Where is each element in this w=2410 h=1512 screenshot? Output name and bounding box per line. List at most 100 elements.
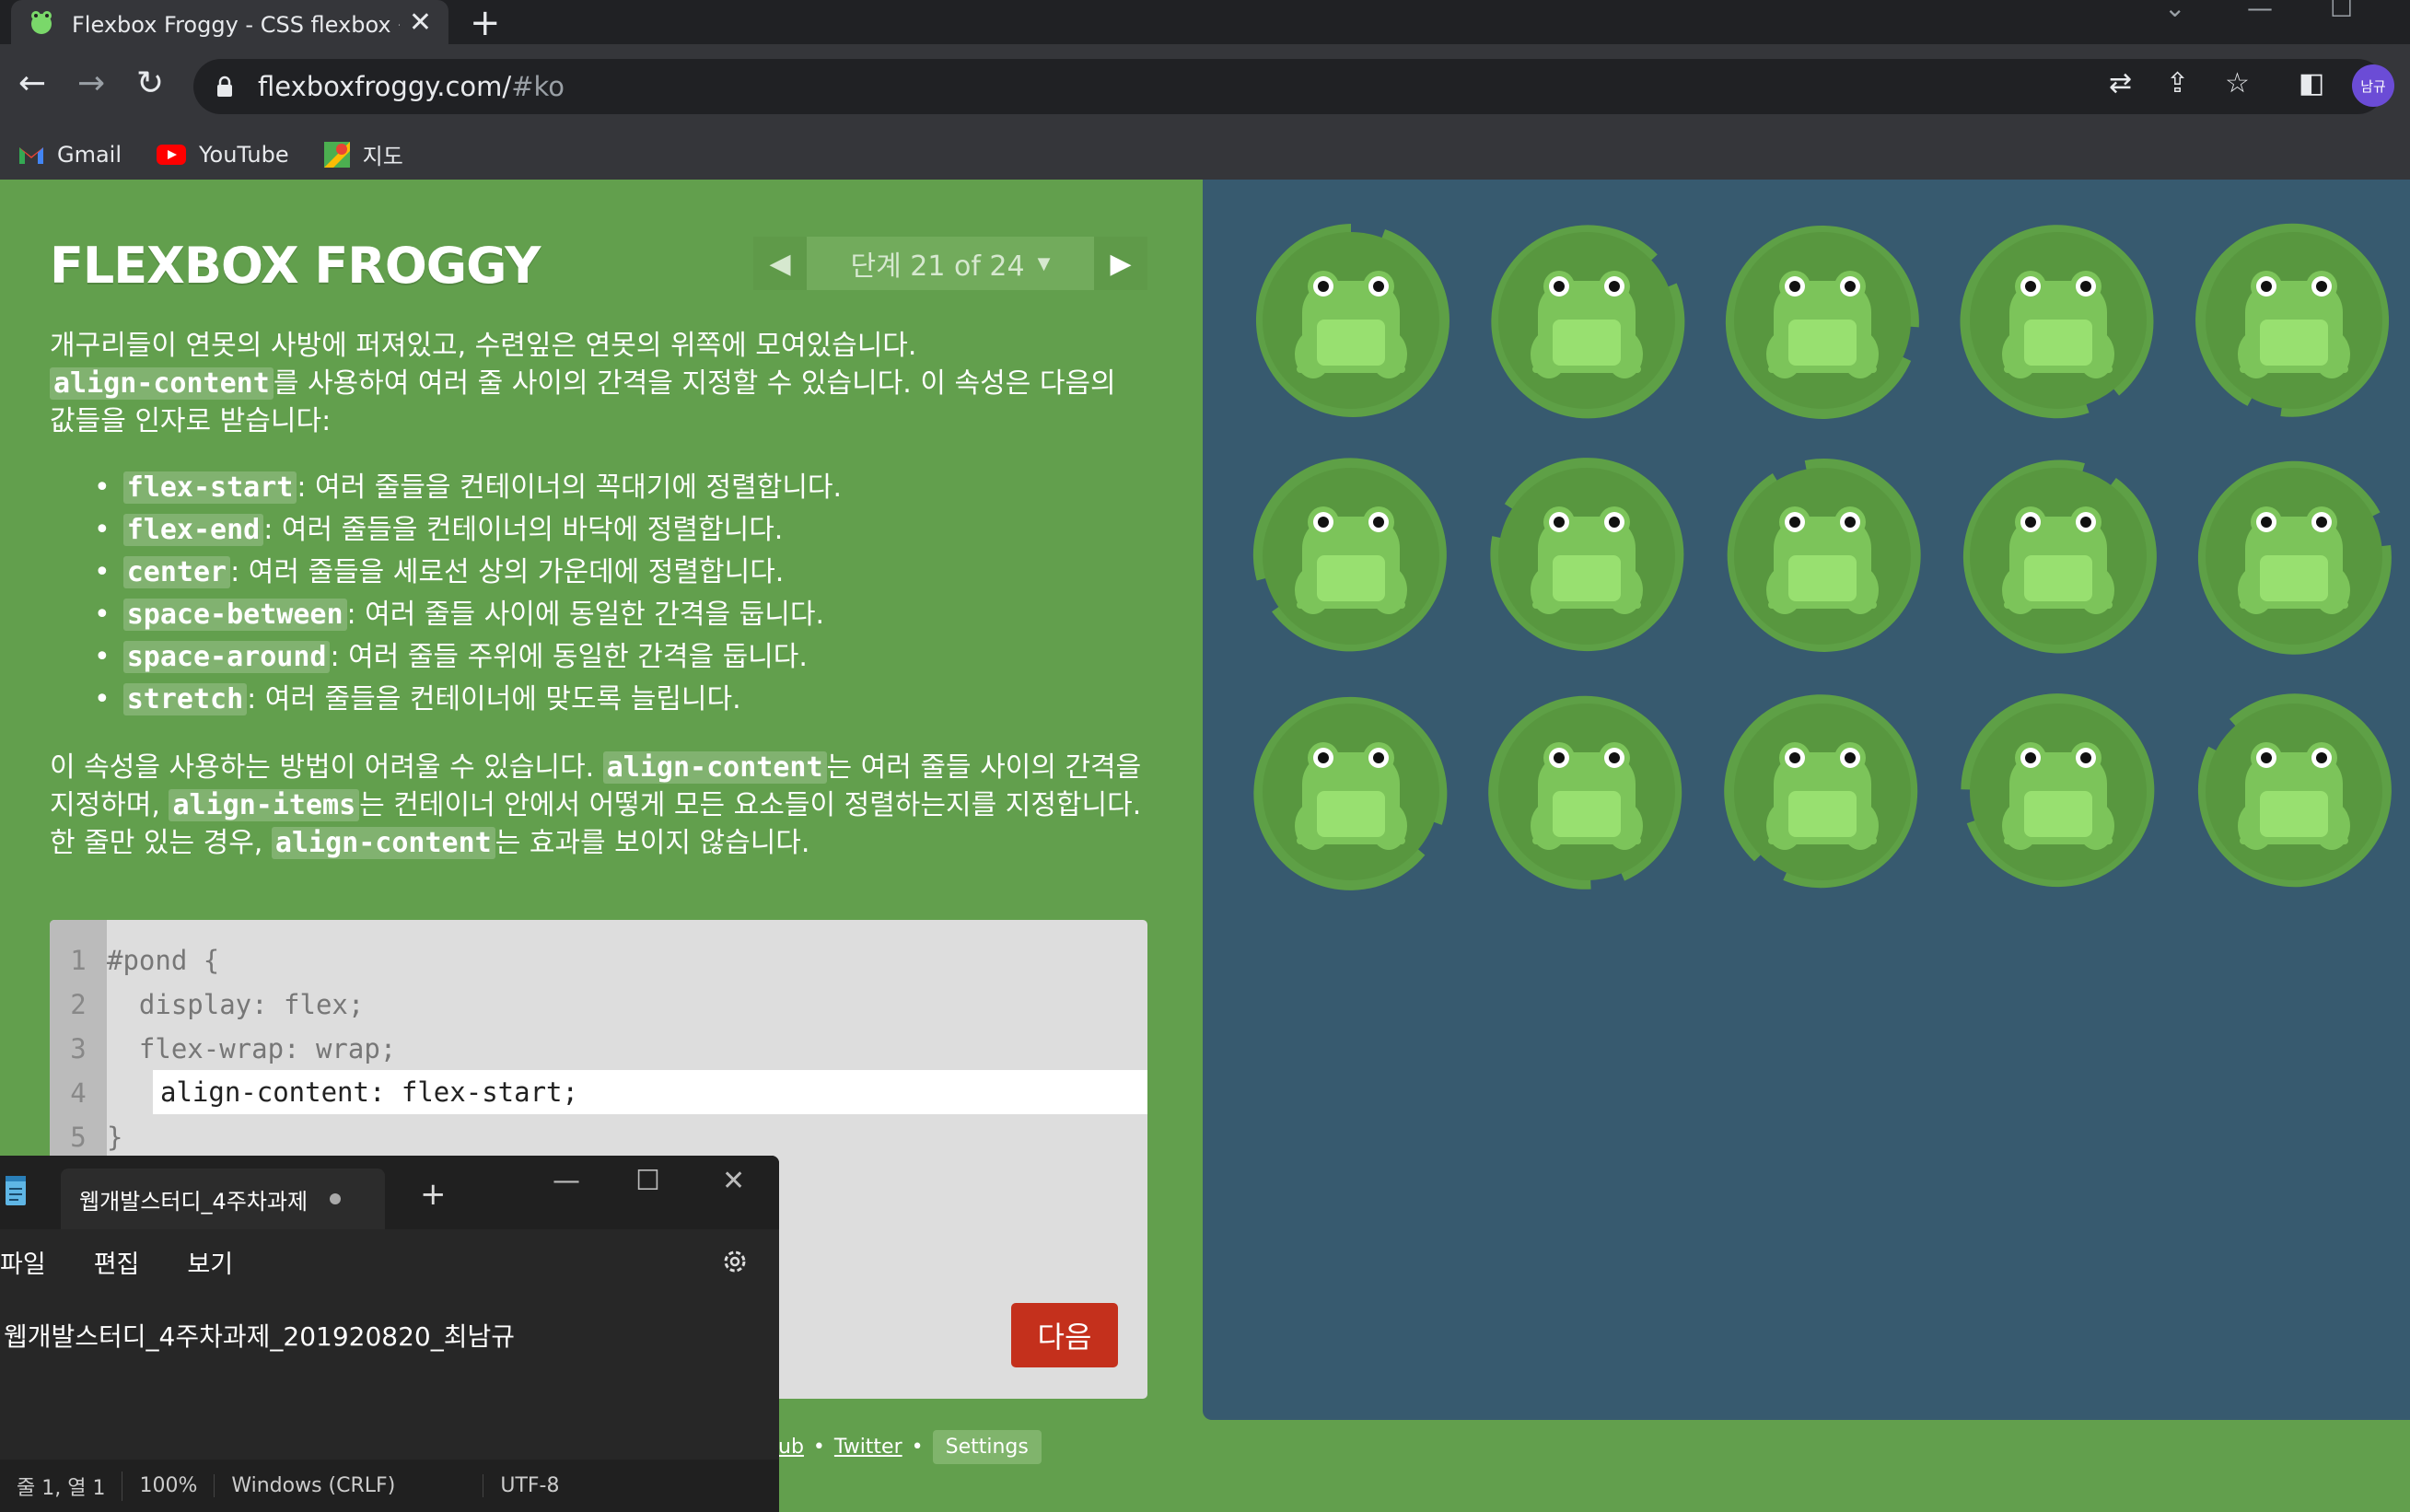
profile-avatar[interactable]: 남규 <box>2352 64 2394 107</box>
option-desc: : 여러 줄들을 세로선 상의 가운데에 정렬합니다. <box>230 556 785 588</box>
line-number: 3 <box>70 1033 87 1064</box>
frog-on-lilypad <box>2190 216 2398 425</box>
line-number: 5 <box>70 1122 87 1153</box>
outro-code-1: align-content <box>602 751 827 784</box>
frog-on-lilypad <box>1247 452 1455 660</box>
zoom-level: 100% <box>122 1474 215 1497</box>
tab-title: Flexbox Froggy - CSS flexbox 속 <box>72 11 400 38</box>
tab-search-icon[interactable]: ⌄ <box>2164 0 2185 23</box>
bookmark-gmail[interactable]: Gmail <box>18 142 122 168</box>
line-number: 4 <box>70 1077 87 1109</box>
settings-button[interactable]: Settings <box>932 1430 1042 1464</box>
encoding: UTF-8 <box>500 1474 560 1497</box>
option-desc: : 여러 줄들 사이에 동일한 간격을 둡니다. <box>346 599 824 631</box>
notepad-maximize-icon[interactable]: ☐ <box>635 1165 660 1197</box>
bookmark-youtube[interactable]: YouTube <box>157 142 289 168</box>
menu-edit[interactable]: 편집 <box>94 1244 140 1280</box>
notepad-minimize-icon[interactable]: — <box>553 1165 580 1197</box>
bookmark-star-icon[interactable]: ☆ <box>2225 67 2250 99</box>
notepad-window: 웹개발스터디_4주차과제 + — ☐ ✕ 파일 편집 보기 웹개발스터디_4주차… <box>0 1156 779 1512</box>
option-code: flex-end <box>122 514 264 546</box>
bookmark-maps[interactable]: 지도 <box>323 138 403 170</box>
cursor-position: 줄 1, 열 1 <box>0 1471 123 1501</box>
option-code: space-between <box>122 599 347 631</box>
lock-icon <box>217 76 232 97</box>
menu-view[interactable]: 보기 <box>187 1244 233 1280</box>
url-hash: #ko <box>511 71 565 102</box>
translate-icon[interactable]: ⇄ <box>2109 67 2132 99</box>
next-button[interactable]: 다음 <box>1011 1303 1118 1367</box>
notepad-tab[interactable]: 웹개발스터디_4주차과제 <box>61 1169 385 1229</box>
list-item: stretch: 여러 줄들을 컨테이너에 맞도록 늘립니다. <box>120 679 842 721</box>
css-answer-input[interactable]: align-content: flex-start; <box>153 1070 1147 1114</box>
share-icon[interactable]: ⇪ <box>2166 67 2189 99</box>
prev-level-icon[interactable]: ◀ <box>753 237 807 290</box>
menu-file[interactable]: 파일 <box>0 1244 46 1280</box>
reload-icon[interactable]: ↻ <box>136 64 164 102</box>
frog-on-lilypad <box>1718 688 1927 896</box>
line-number: 2 <box>70 989 87 1020</box>
notepad-app-icon <box>6 1176 26 1205</box>
intro-code: align-content <box>50 367 274 400</box>
option-desc: : 여러 줄들을 컨테이너의 꼭대기에 정렬합니다. <box>297 471 843 504</box>
list-item: center: 여러 줄들을 세로선 상의 가운데에 정렬합니다. <box>120 552 842 594</box>
line-number: 1 <box>70 945 87 976</box>
footer-links: ub • Twitter • Settings <box>778 1430 1042 1464</box>
level-label: 단계 21 of 24 <box>850 250 1025 283</box>
list-item: space-around: 여러 줄들 주위에 동일한 간격을 둡니다. <box>120 636 842 679</box>
notepad-menubar: 파일 편집 보기 <box>0 1244 233 1280</box>
close-tab-icon[interactable]: ✕ <box>409 6 432 39</box>
tab-strip: Flexbox Froggy - CSS flexbox 속 ✕ + ⌄ — ☐ <box>0 0 2410 44</box>
outro-code-2: align-items <box>169 789 360 821</box>
notepad-titlebar: 웹개발스터디_4주차과제 + — ☐ ✕ <box>0 1156 779 1229</box>
line-ending: Windows (CRLF) <box>215 1474 484 1497</box>
code-text: display: flex; <box>107 989 365 1020</box>
outro-text-4: 는 효과를 보이지 않습니다. <box>495 827 810 859</box>
next-level-icon[interactable]: ▶ <box>1094 237 1147 290</box>
bullet-separator: • <box>911 1436 924 1459</box>
notepad-close-icon[interactable]: ✕ <box>722 1165 745 1197</box>
minimize-icon[interactable]: — <box>2247 0 2273 23</box>
option-code: space-around <box>122 641 331 673</box>
instructions-outro: 이 속성을 사용하는 방법이 어려울 수 있습니다. align-content… <box>50 749 1155 862</box>
back-icon[interactable]: ← <box>18 64 46 102</box>
bullet-separator: • <box>812 1436 825 1459</box>
game-logo: FLEXBOX FROGGY <box>50 237 541 295</box>
code-text: #pond { <box>107 945 220 976</box>
maximize-icon[interactable]: ☐ <box>2330 0 2353 23</box>
frog-on-lilypad <box>1718 452 1927 660</box>
side-panel-icon[interactable]: ◧ <box>2299 67 2324 99</box>
code-line: 3 flex-wrap: wrap; <box>50 1027 1147 1071</box>
twitter-link[interactable]: Twitter <box>834 1436 902 1459</box>
new-tab-icon[interactable]: + <box>470 2 501 44</box>
outro-text-1: 이 속성을 사용하는 방법이 어려울 수 있습니다. <box>50 751 603 784</box>
bookmark-label: YouTube <box>199 141 289 168</box>
code-line: 5} <box>50 1115 1147 1159</box>
instructions-intro: 개구리들이 연못의 사방에 퍼져있고, 수련잎은 연못의 위쪽에 모여있습니다.… <box>50 327 1136 440</box>
pond-board <box>1203 180 2410 1420</box>
notepad-new-tab-icon[interactable]: + <box>420 1176 447 1213</box>
bookmark-label: 지도 <box>362 144 403 169</box>
unsaved-dot-icon <box>330 1193 342 1204</box>
frog-on-lilypad <box>1954 216 2162 425</box>
frog-on-lilypad <box>2190 688 2398 896</box>
code-line: 1 #pond { <box>50 938 1147 983</box>
browser-tab[interactable]: Flexbox Froggy - CSS flexbox 속 ✕ <box>11 0 448 44</box>
list-item: flex-start: 여러 줄들을 컨테이너의 꼭대기에 정렬합니다. <box>120 467 842 509</box>
bookmarks-bar: Gmail YouTube 지도 <box>0 129 2410 180</box>
frog-on-lilypad <box>1954 452 2162 660</box>
github-link[interactable]: ub <box>778 1436 804 1459</box>
forward-icon[interactable]: → <box>77 64 105 102</box>
toolbar: ← → ↻ flexboxfroggy.com/#ko ⇄ ⇪ ☆ ◧ 남규 <box>0 44 2410 129</box>
frog-on-lilypad <box>1718 216 1927 425</box>
browser-chrome: Flexbox Froggy - CSS flexbox 속 ✕ + ⌄ — ☐… <box>0 0 2410 180</box>
level-dropdown[interactable]: 단계 21 of 24 ▼ <box>807 237 1094 290</box>
address-bar[interactable]: flexboxfroggy.com/#ko <box>193 59 2385 114</box>
code-text: flex-wrap: wrap; <box>107 1033 397 1064</box>
frog-on-lilypad <box>1954 688 2162 896</box>
gear-icon[interactable] <box>720 1247 750 1276</box>
list-item: flex-end: 여러 줄들을 컨테이너의 바닥에 정렬합니다. <box>120 509 842 552</box>
notepad-content[interactable]: 웹개발스터디_4주차과제_201920820_최남규 <box>4 1317 515 1354</box>
frog-on-lilypad <box>1483 688 1691 896</box>
outro-code-3: align-content <box>271 827 495 859</box>
